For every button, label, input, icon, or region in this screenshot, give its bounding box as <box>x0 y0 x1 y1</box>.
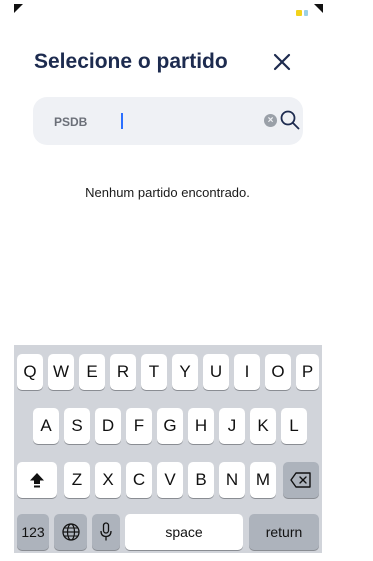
key-d[interactable]: D <box>95 408 121 444</box>
key-l[interactable]: L <box>281 408 307 444</box>
key-y[interactable]: Y <box>172 354 198 390</box>
dictation-key[interactable] <box>92 514 120 550</box>
key-c[interactable]: C <box>126 462 152 498</box>
key-p[interactable]: P <box>296 354 319 390</box>
key-m[interactable]: M <box>250 462 276 498</box>
key-a[interactable]: A <box>33 408 59 444</box>
close-icon <box>273 53 291 71</box>
return-key[interactable]: return <box>249 514 319 550</box>
key-z[interactable]: Z <box>64 462 90 498</box>
clear-icon: × <box>267 115 274 126</box>
numbers-key[interactable]: 123 <box>17 514 49 550</box>
globe-key[interactable] <box>54 514 87 550</box>
key-w[interactable]: W <box>48 354 74 390</box>
key-n[interactable]: N <box>219 462 245 498</box>
key-g[interactable]: G <box>157 408 183 444</box>
key-i[interactable]: I <box>234 354 260 390</box>
backspace-icon <box>290 472 311 488</box>
key-h[interactable]: H <box>188 408 214 444</box>
battery-icon-segment <box>304 10 308 16</box>
battery-icon <box>296 10 302 16</box>
key-s[interactable]: S <box>64 408 90 444</box>
keyboard-row-4: 123 space return <box>14 514 322 550</box>
key-e[interactable]: E <box>79 354 105 390</box>
key-q[interactable]: Q <box>17 354 43 390</box>
keyboard-row-1: Q W E R T Y U I O P <box>14 354 322 390</box>
clear-search-button[interactable]: × <box>264 114 277 127</box>
empty-results-message: Nenhum partido encontrado. <box>85 185 250 200</box>
microphone-icon <box>100 522 112 541</box>
key-r[interactable]: R <box>110 354 136 390</box>
key-v[interactable]: V <box>157 462 183 498</box>
key-o[interactable]: O <box>265 354 291 390</box>
search-input[interactable] <box>52 111 256 133</box>
key-b[interactable]: B <box>188 462 214 498</box>
on-screen-keyboard: Q W E R T Y U I O P A S D F G H J K L Z … <box>14 345 322 553</box>
key-x[interactable]: X <box>95 462 121 498</box>
backspace-key[interactable] <box>283 462 319 498</box>
globe-icon <box>61 523 80 541</box>
shift-key[interactable] <box>17 462 57 498</box>
search-icon[interactable] <box>279 109 301 131</box>
status-bar-corner-right <box>314 4 323 13</box>
search-field[interactable]: × <box>33 97 303 145</box>
status-bar-corner-left <box>14 4 23 13</box>
key-j[interactable]: J <box>219 408 245 444</box>
close-button[interactable] <box>268 48 296 76</box>
keyboard-row-2: A S D F G H J K L <box>14 408 322 444</box>
text-caret <box>121 113 123 129</box>
space-key[interactable]: space <box>125 514 243 550</box>
key-k[interactable]: K <box>250 408 276 444</box>
keyboard-row-3: Z X C V B N M <box>14 462 322 498</box>
key-u[interactable]: U <box>203 354 229 390</box>
page-title: Selecione o partido <box>34 50 228 73</box>
key-f[interactable]: F <box>126 408 152 444</box>
shift-icon <box>30 473 44 488</box>
key-t[interactable]: T <box>141 354 167 390</box>
